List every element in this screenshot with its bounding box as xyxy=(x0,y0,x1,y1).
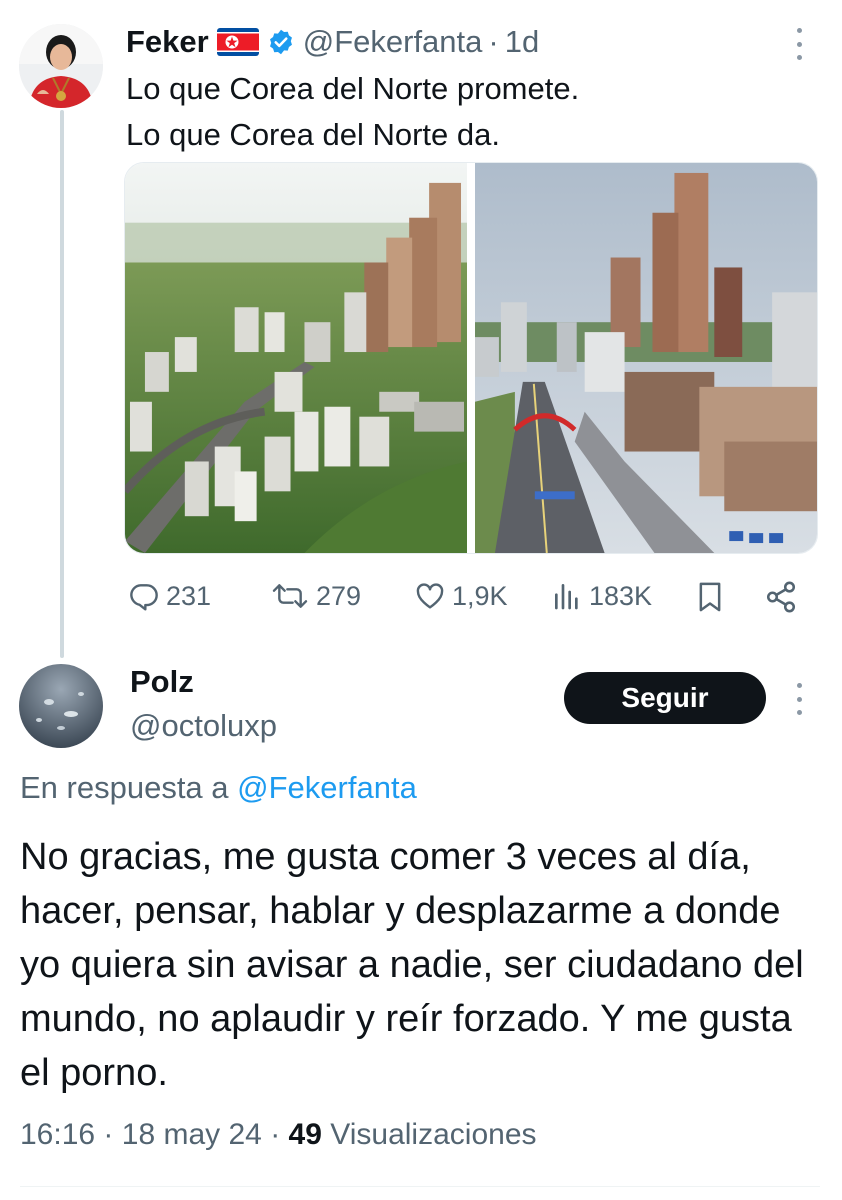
views-count: 183K xyxy=(589,580,653,611)
rendering-city-image[interactable] xyxy=(125,163,467,553)
avatar-polz[interactable] xyxy=(19,664,103,748)
reply-text: No gracias, me gusta comer 3 veces al dí… xyxy=(20,836,804,1094)
retweet-count: 279 xyxy=(316,580,362,611)
share-button[interactable] xyxy=(764,580,798,614)
tweet-text: Lo que Corea del Norte promete. Lo que C… xyxy=(126,66,816,158)
reply-button[interactable]: 231 xyxy=(128,580,211,612)
tweet-time[interactable]: 1d xyxy=(505,24,539,60)
avatar-polz-image xyxy=(19,664,103,748)
tweet-media xyxy=(124,162,818,554)
reply-context: En respuesta a @Fekerfanta xyxy=(20,770,417,806)
retweet-icon xyxy=(270,580,310,612)
bookmark-icon xyxy=(694,580,726,614)
tweet-header: Feker @Fekerfanta · 1d xyxy=(126,22,539,62)
like-button[interactable]: 1,9K xyxy=(414,580,508,612)
share-icon xyxy=(764,580,798,614)
like-count: 1,9K xyxy=(452,580,508,611)
tweet-actions: 231 279 1,9K 183K xyxy=(128,574,818,622)
bookmark-button[interactable] xyxy=(694,580,726,614)
verified-badge-icon xyxy=(267,28,295,56)
bottom-divider xyxy=(20,1186,820,1187)
reply-time[interactable]: 16:16 xyxy=(20,1118,95,1151)
thread-connector-line xyxy=(60,110,64,658)
retweet-button[interactable]: 279 xyxy=(270,580,361,612)
heart-icon xyxy=(414,580,446,612)
real-city-photo-image[interactable] xyxy=(475,163,817,553)
tweet-text-line: Lo que Corea del Norte promete. xyxy=(126,71,580,106)
north-korea-flag-icon xyxy=(216,28,259,56)
reply-mention-link[interactable]: @Fekerfanta xyxy=(237,770,417,805)
meta-separator: · xyxy=(103,1118,114,1151)
reply-views-label: Visualizaciones xyxy=(330,1118,537,1151)
views-bar-chart-icon xyxy=(551,580,583,612)
more-options-icon[interactable] xyxy=(794,28,804,60)
views-button[interactable]: 183K xyxy=(551,580,652,612)
reply-author-handle[interactable]: @octoluxp xyxy=(130,708,277,744)
header-separator: · xyxy=(488,24,499,59)
reply-icon xyxy=(128,580,160,612)
reply-author-name[interactable]: Polz xyxy=(130,664,194,700)
meta-separator: · xyxy=(270,1118,281,1151)
avatar-feker[interactable] xyxy=(19,24,103,108)
avatar-feker-image xyxy=(19,24,103,108)
reply-count: 231 xyxy=(166,580,212,611)
author-handle[interactable]: @Fekerfanta xyxy=(303,24,483,60)
reply-date[interactable]: 18 may 24 xyxy=(122,1118,262,1151)
reply-metadata: 16:16 · 18 may 24 · 49 Visualizaciones xyxy=(20,1118,537,1152)
tweet-thread: Feker @Fekerfanta · 1d Lo que Corea del … xyxy=(0,0,842,1200)
reply-context-prefix: En respuesta a xyxy=(20,770,229,805)
reply-more-options-icon[interactable] xyxy=(794,683,804,715)
reply-views-count: 49 xyxy=(288,1118,322,1151)
tweet-text-line: Lo que Corea del Norte da. xyxy=(126,117,500,152)
author-name[interactable]: Feker xyxy=(126,24,209,60)
follow-button[interactable]: Seguir xyxy=(564,672,766,724)
